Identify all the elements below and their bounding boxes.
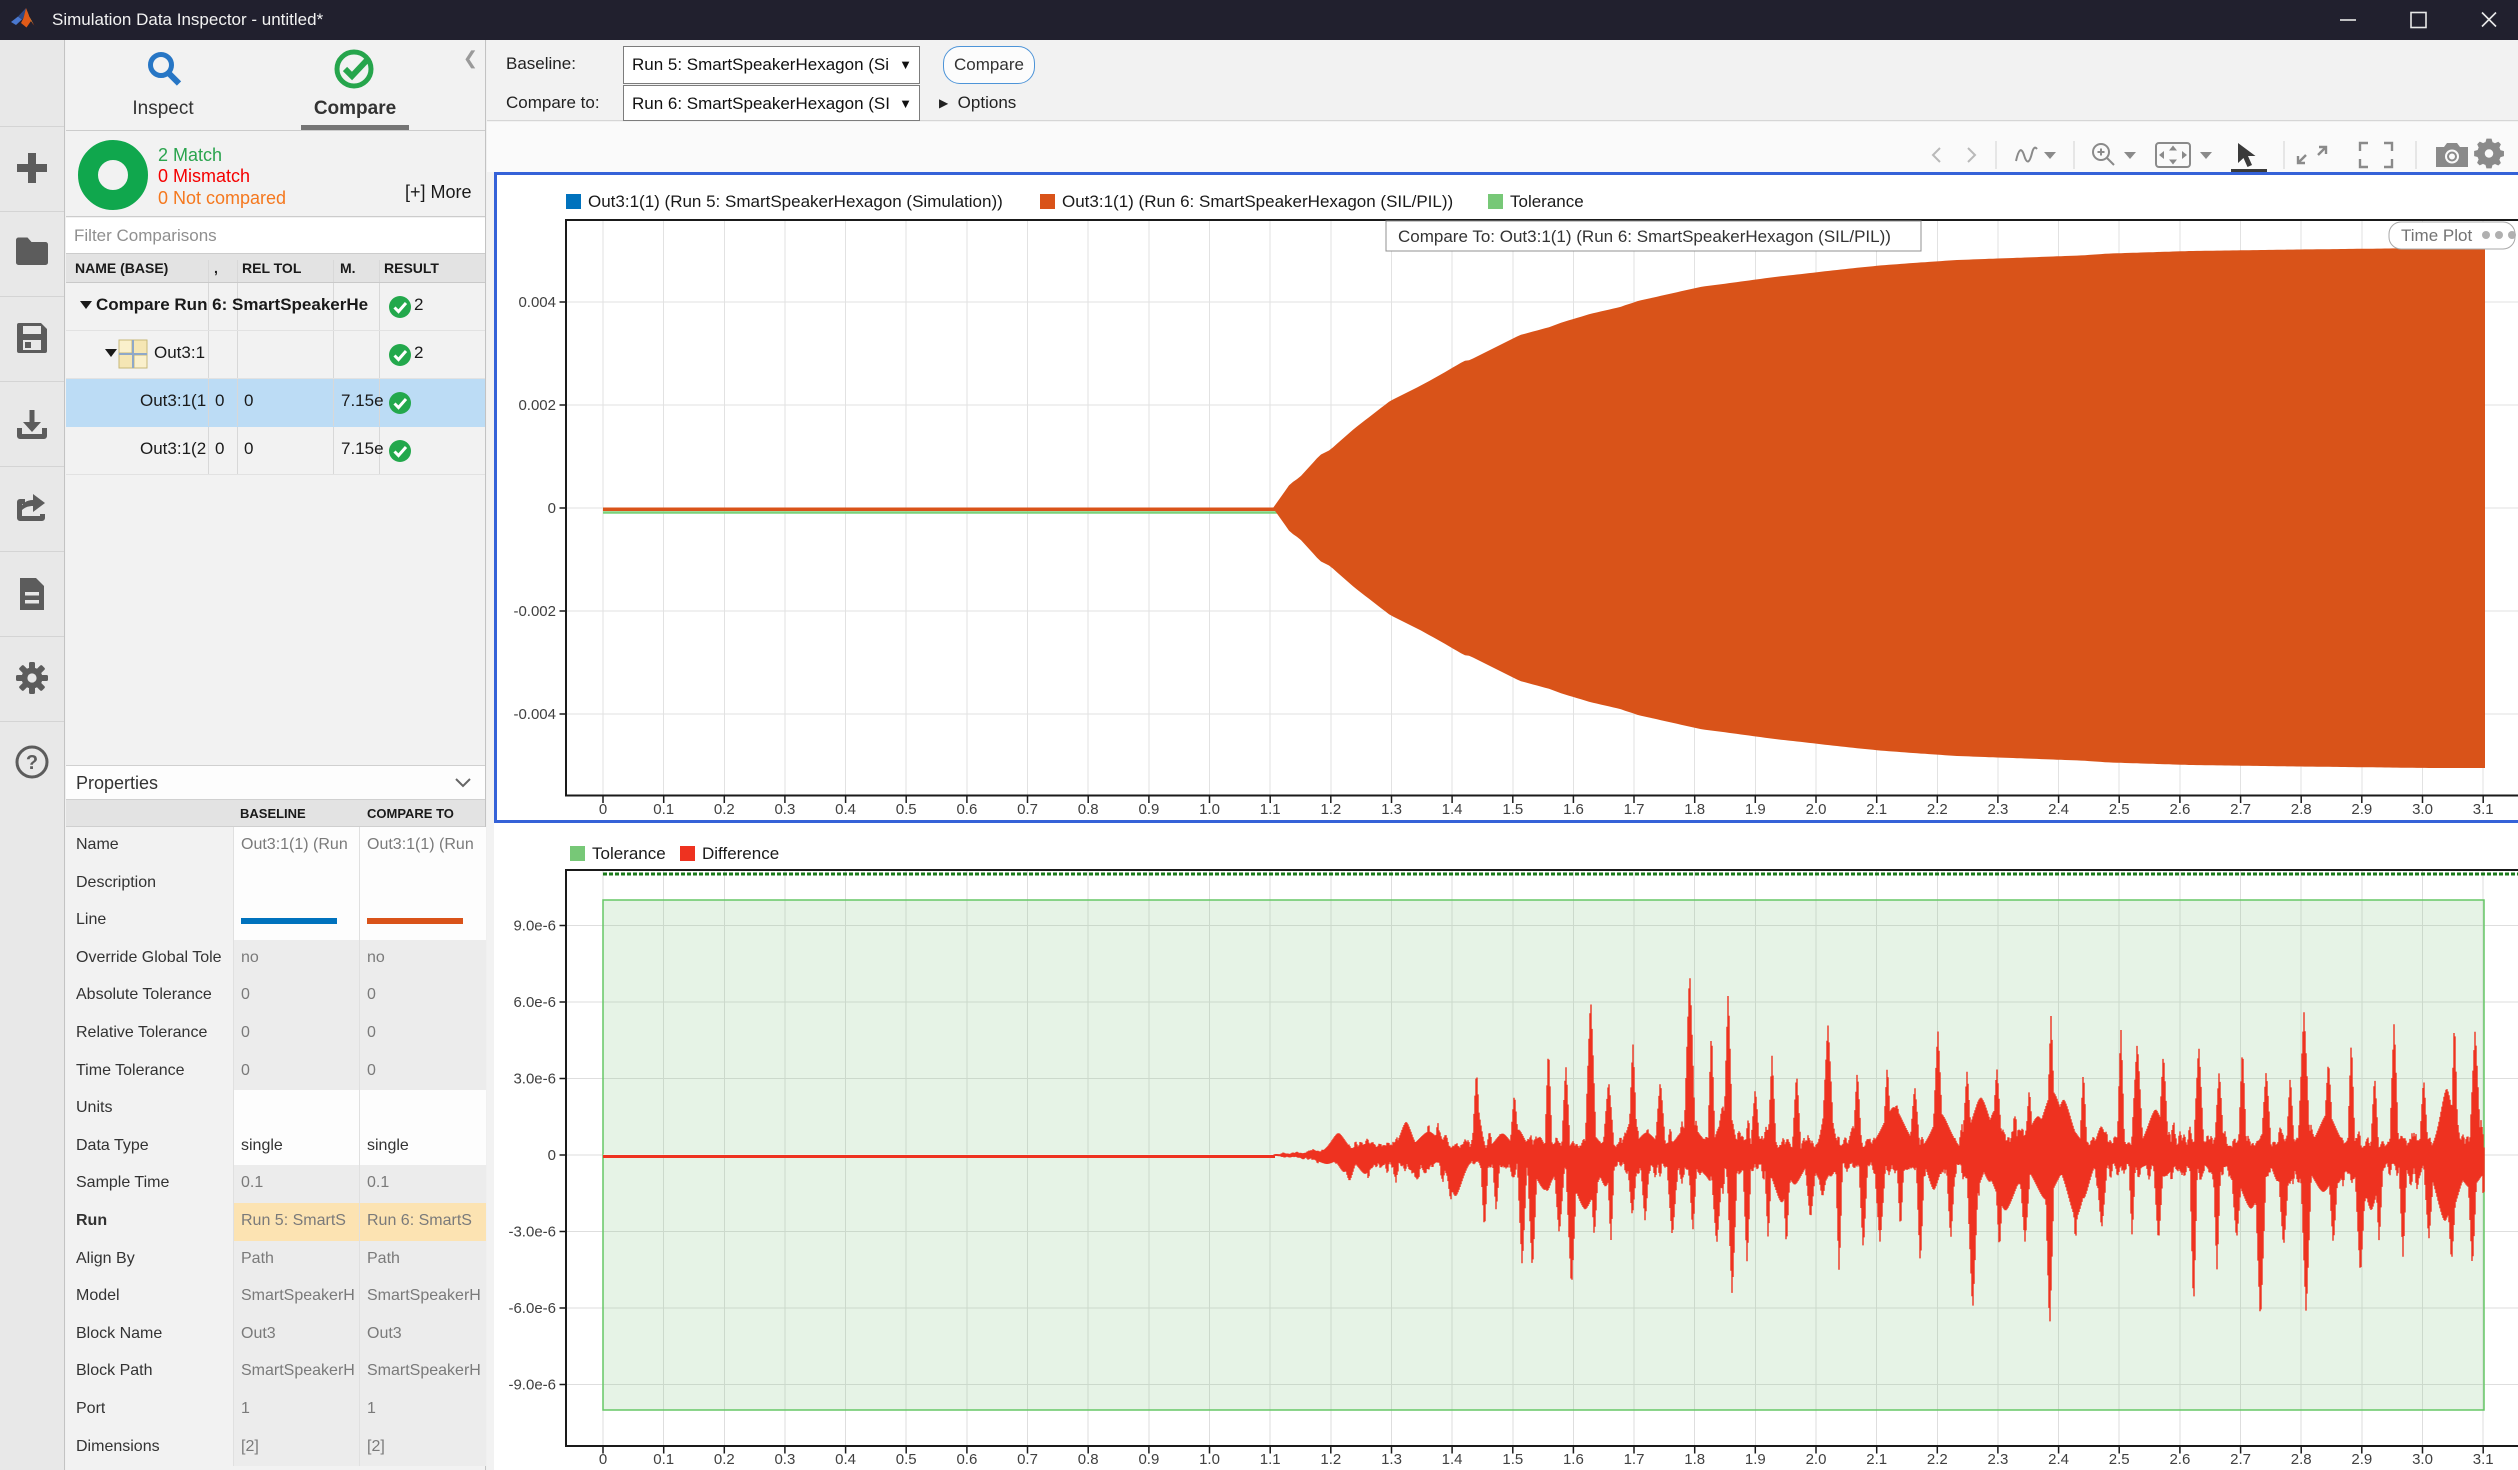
svg-text:0.4: 0.4 xyxy=(835,801,856,818)
svg-text:1.4: 1.4 xyxy=(1442,801,1463,818)
svg-text:Difference: Difference xyxy=(702,844,779,863)
svg-text:0.3: 0.3 xyxy=(774,801,795,818)
svg-text:2.0: 2.0 xyxy=(1806,801,1827,818)
svg-text:0.1: 0.1 xyxy=(653,801,674,818)
svg-text:2.3: 2.3 xyxy=(1987,1451,2008,1468)
svg-text:-6.0e-6: -6.0e-6 xyxy=(508,1300,556,1317)
svg-text:3.0: 3.0 xyxy=(2412,801,2433,818)
svg-text:1.1: 1.1 xyxy=(1260,801,1281,818)
svg-text:3.1: 3.1 xyxy=(2473,1451,2494,1468)
svg-text:2.4: 2.4 xyxy=(2048,801,2069,818)
svg-text:3.1: 3.1 xyxy=(2473,801,2494,818)
svg-text:0.7: 0.7 xyxy=(1017,1451,1038,1468)
svg-text:2.2: 2.2 xyxy=(1927,1451,1948,1468)
svg-text:0.9: 0.9 xyxy=(1138,801,1159,818)
svg-text:Out3:1(1) (Run 6: SmartSpeaker: Out3:1(1) (Run 6: SmartSpeakerHexagon (S… xyxy=(1062,192,1453,211)
svg-text:?: ? xyxy=(26,752,38,774)
svg-text:0.1: 0.1 xyxy=(653,1451,674,1468)
svg-text:-0.004: -0.004 xyxy=(513,706,556,723)
svg-text:1.8: 1.8 xyxy=(1684,1451,1705,1468)
svg-text:-3.0e-6: -3.0e-6 xyxy=(508,1224,556,1241)
svg-text:1.0: 1.0 xyxy=(1199,801,1220,818)
svg-text:0.004: 0.004 xyxy=(518,294,556,311)
svg-text:0: 0 xyxy=(548,500,556,517)
svg-text:-9.0e-6: -9.0e-6 xyxy=(508,1377,556,1394)
svg-text:9.0e-6: 9.0e-6 xyxy=(513,918,556,935)
svg-text:2.7: 2.7 xyxy=(2230,1451,2251,1468)
svg-text:0.6: 0.6 xyxy=(956,1451,977,1468)
svg-text:2.1: 2.1 xyxy=(1866,1451,1887,1468)
svg-text:2.4: 2.4 xyxy=(2048,1451,2069,1468)
svg-text:1.7: 1.7 xyxy=(1624,801,1645,818)
svg-text:1.6: 1.6 xyxy=(1563,1451,1584,1468)
svg-text:1.3: 1.3 xyxy=(1381,801,1402,818)
svg-text:2.9: 2.9 xyxy=(2351,801,2372,818)
svg-text:0.002: 0.002 xyxy=(518,397,556,414)
svg-text:0.2: 0.2 xyxy=(714,1451,735,1468)
svg-text:1.9: 1.9 xyxy=(1745,801,1766,818)
svg-text:0.8: 0.8 xyxy=(1078,1451,1099,1468)
svg-text:Tolerance: Tolerance xyxy=(1510,192,1584,211)
svg-text:Compare To: Out3:1(1) (Run 6:: Compare To: Out3:1(1) (Run 6: SmartSpeak… xyxy=(1398,227,1891,246)
svg-text:1.4: 1.4 xyxy=(1442,1451,1463,1468)
svg-text:2.1: 2.1 xyxy=(1866,801,1887,818)
svg-text:2.2: 2.2 xyxy=(1927,801,1948,818)
svg-text:2.3: 2.3 xyxy=(1987,801,2008,818)
svg-text:1.6: 1.6 xyxy=(1563,801,1584,818)
svg-text:2.5: 2.5 xyxy=(2109,801,2130,818)
svg-text:2.6: 2.6 xyxy=(2169,801,2190,818)
svg-text:Out3:1(1) (Run 5: SmartSpeaker: Out3:1(1) (Run 5: SmartSpeakerHexagon (S… xyxy=(588,192,1003,211)
svg-text:0: 0 xyxy=(599,801,607,818)
svg-text:0: 0 xyxy=(599,1451,607,1468)
svg-text:0.2: 0.2 xyxy=(714,801,735,818)
svg-text:Tolerance: Tolerance xyxy=(592,844,666,863)
svg-text:0: 0 xyxy=(548,1147,556,1164)
svg-text:2.7: 2.7 xyxy=(2230,801,2251,818)
svg-text:1.5: 1.5 xyxy=(1502,1451,1523,1468)
svg-text:1.3: 1.3 xyxy=(1381,1451,1402,1468)
svg-text:0.9: 0.9 xyxy=(1138,1451,1159,1468)
svg-text:Time Plot: Time Plot xyxy=(2401,226,2472,245)
svg-text:1.5: 1.5 xyxy=(1502,801,1523,818)
svg-text:0.3: 0.3 xyxy=(774,1451,795,1468)
svg-text:1.0: 1.0 xyxy=(1199,1451,1220,1468)
svg-text:1.9: 1.9 xyxy=(1745,1451,1766,1468)
svg-text:0.8: 0.8 xyxy=(1078,801,1099,818)
svg-text:0.4: 0.4 xyxy=(835,1451,856,1468)
svg-text:1.8: 1.8 xyxy=(1684,801,1705,818)
svg-text:2.5: 2.5 xyxy=(2109,1451,2130,1468)
svg-text:1.2: 1.2 xyxy=(1320,801,1341,818)
svg-text:3.0: 3.0 xyxy=(2412,1451,2433,1468)
svg-text:-0.002: -0.002 xyxy=(513,603,556,620)
svg-text:3.0e-6: 3.0e-6 xyxy=(513,1071,556,1088)
svg-text:1.2: 1.2 xyxy=(1320,1451,1341,1468)
svg-text:2.8: 2.8 xyxy=(2291,801,2312,818)
svg-text:6.0e-6: 6.0e-6 xyxy=(513,994,556,1011)
svg-text:2.0: 2.0 xyxy=(1806,1451,1827,1468)
svg-text:2.9: 2.9 xyxy=(2351,1451,2372,1468)
svg-text:2.8: 2.8 xyxy=(2291,1451,2312,1468)
svg-text:0.6: 0.6 xyxy=(956,801,977,818)
svg-text:0.7: 0.7 xyxy=(1017,801,1038,818)
svg-text:1.1: 1.1 xyxy=(1260,1451,1281,1468)
svg-text:2.6: 2.6 xyxy=(2169,1451,2190,1468)
svg-text:1.7: 1.7 xyxy=(1624,1451,1645,1468)
svg-text:0.5: 0.5 xyxy=(896,801,917,818)
svg-text:0.5: 0.5 xyxy=(896,1451,917,1468)
